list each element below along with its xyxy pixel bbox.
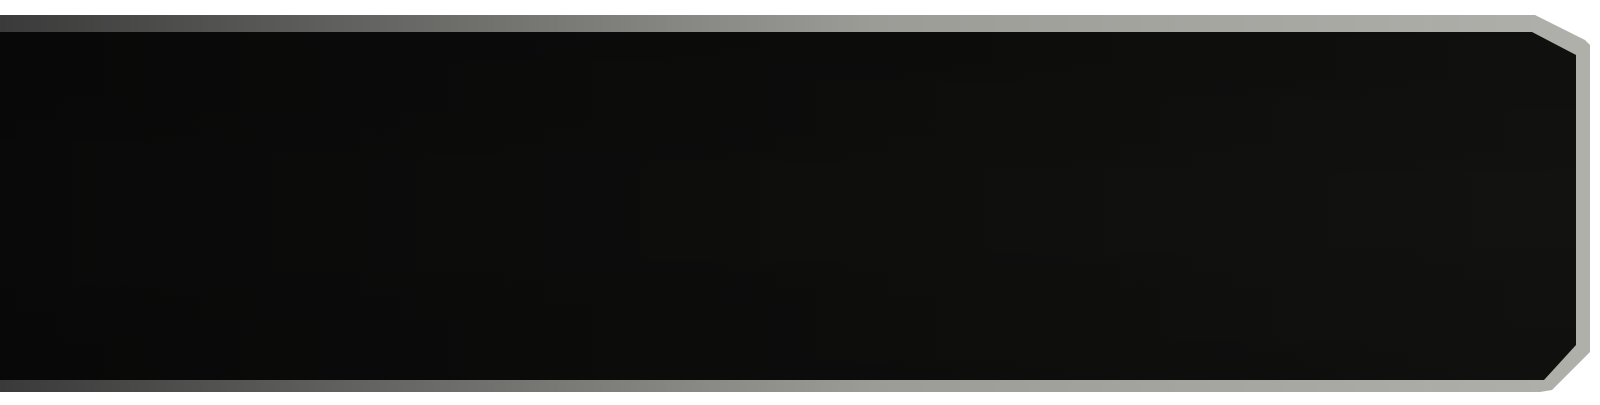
banner-panel-shade [0,32,1576,380]
banner-graphic [0,15,1590,392]
banner-container [0,0,1600,405]
